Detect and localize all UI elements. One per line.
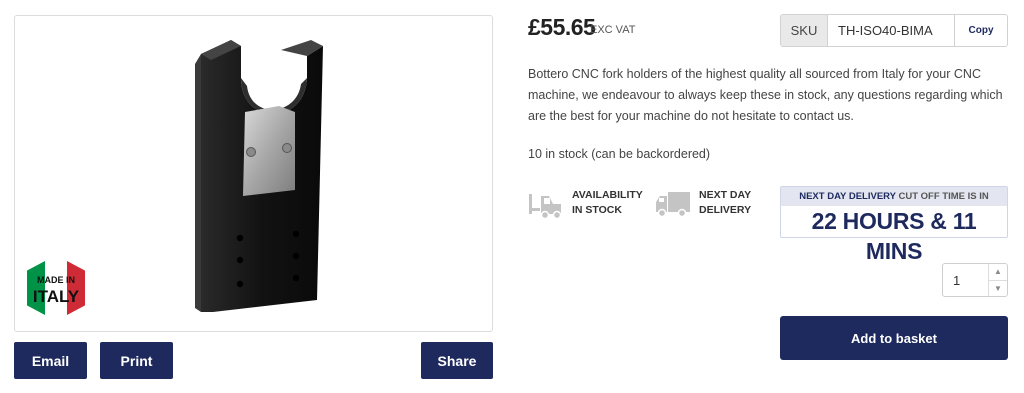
svg-text:MADE IN: MADE IN — [37, 275, 75, 285]
email-button[interactable]: Email — [14, 342, 87, 379]
made-in-italy-badge: MADE IN ITALY — [25, 252, 87, 324]
print-button[interactable]: Print — [100, 342, 173, 379]
availability-feature: AVAILABILITY IN STOCK — [527, 186, 643, 220]
forklift-icon — [529, 194, 562, 220]
availability-text: AVAILABILITY IN STOCK — [572, 189, 643, 216]
stock-status: 10 in stock (can be backordered) — [528, 147, 711, 161]
cutoff-heading: NEXT DAY DELIVERY CUT OFF TIME IS IN — [781, 187, 1007, 206]
delivery-cutoff-box: NEXT DAY DELIVERY CUT OFF TIME IS IN 22 … — [780, 186, 1008, 264]
copy-sku-button[interactable]: Copy — [955, 15, 1007, 46]
sku-value[interactable]: TH-ISO40-BIMA — [828, 15, 955, 46]
quantity-steps: ▲ ▼ — [988, 264, 1007, 296]
sku-box: SKU TH-ISO40-BIMA Copy — [780, 14, 1008, 47]
share-button[interactable]: Share — [421, 342, 493, 379]
cutoff-countdown: 22 HOURS & 11 MINS — [811, 208, 977, 264]
next-day-feature: NEXT DAY DELIVERY — [654, 186, 751, 220]
sku-label: SKU — [781, 15, 828, 46]
quantity-up-button[interactable]: ▲ — [989, 264, 1007, 280]
price-tax-note: EXC VAT — [590, 24, 636, 36]
svg-text:ITALY: ITALY — [33, 287, 80, 306]
chevron-up-icon: ▲ — [994, 267, 1002, 277]
chevron-down-icon: ▼ — [994, 283, 1002, 293]
quantity-input[interactable] — [943, 264, 988, 296]
quantity-stepper: ▲ ▼ — [942, 263, 1008, 297]
next-day-text: NEXT DAY DELIVERY — [699, 189, 752, 216]
add-to-basket-button[interactable]: Add to basket — [780, 316, 1008, 360]
product-price: £55.65 — [528, 14, 596, 40]
quantity-down-button[interactable]: ▼ — [989, 279, 1007, 297]
product-image-card[interactable]: MADE IN ITALY — [14, 15, 493, 332]
product-description: Bottero CNC fork holders of the highest … — [528, 67, 1003, 123]
truck-icon — [656, 192, 690, 218]
